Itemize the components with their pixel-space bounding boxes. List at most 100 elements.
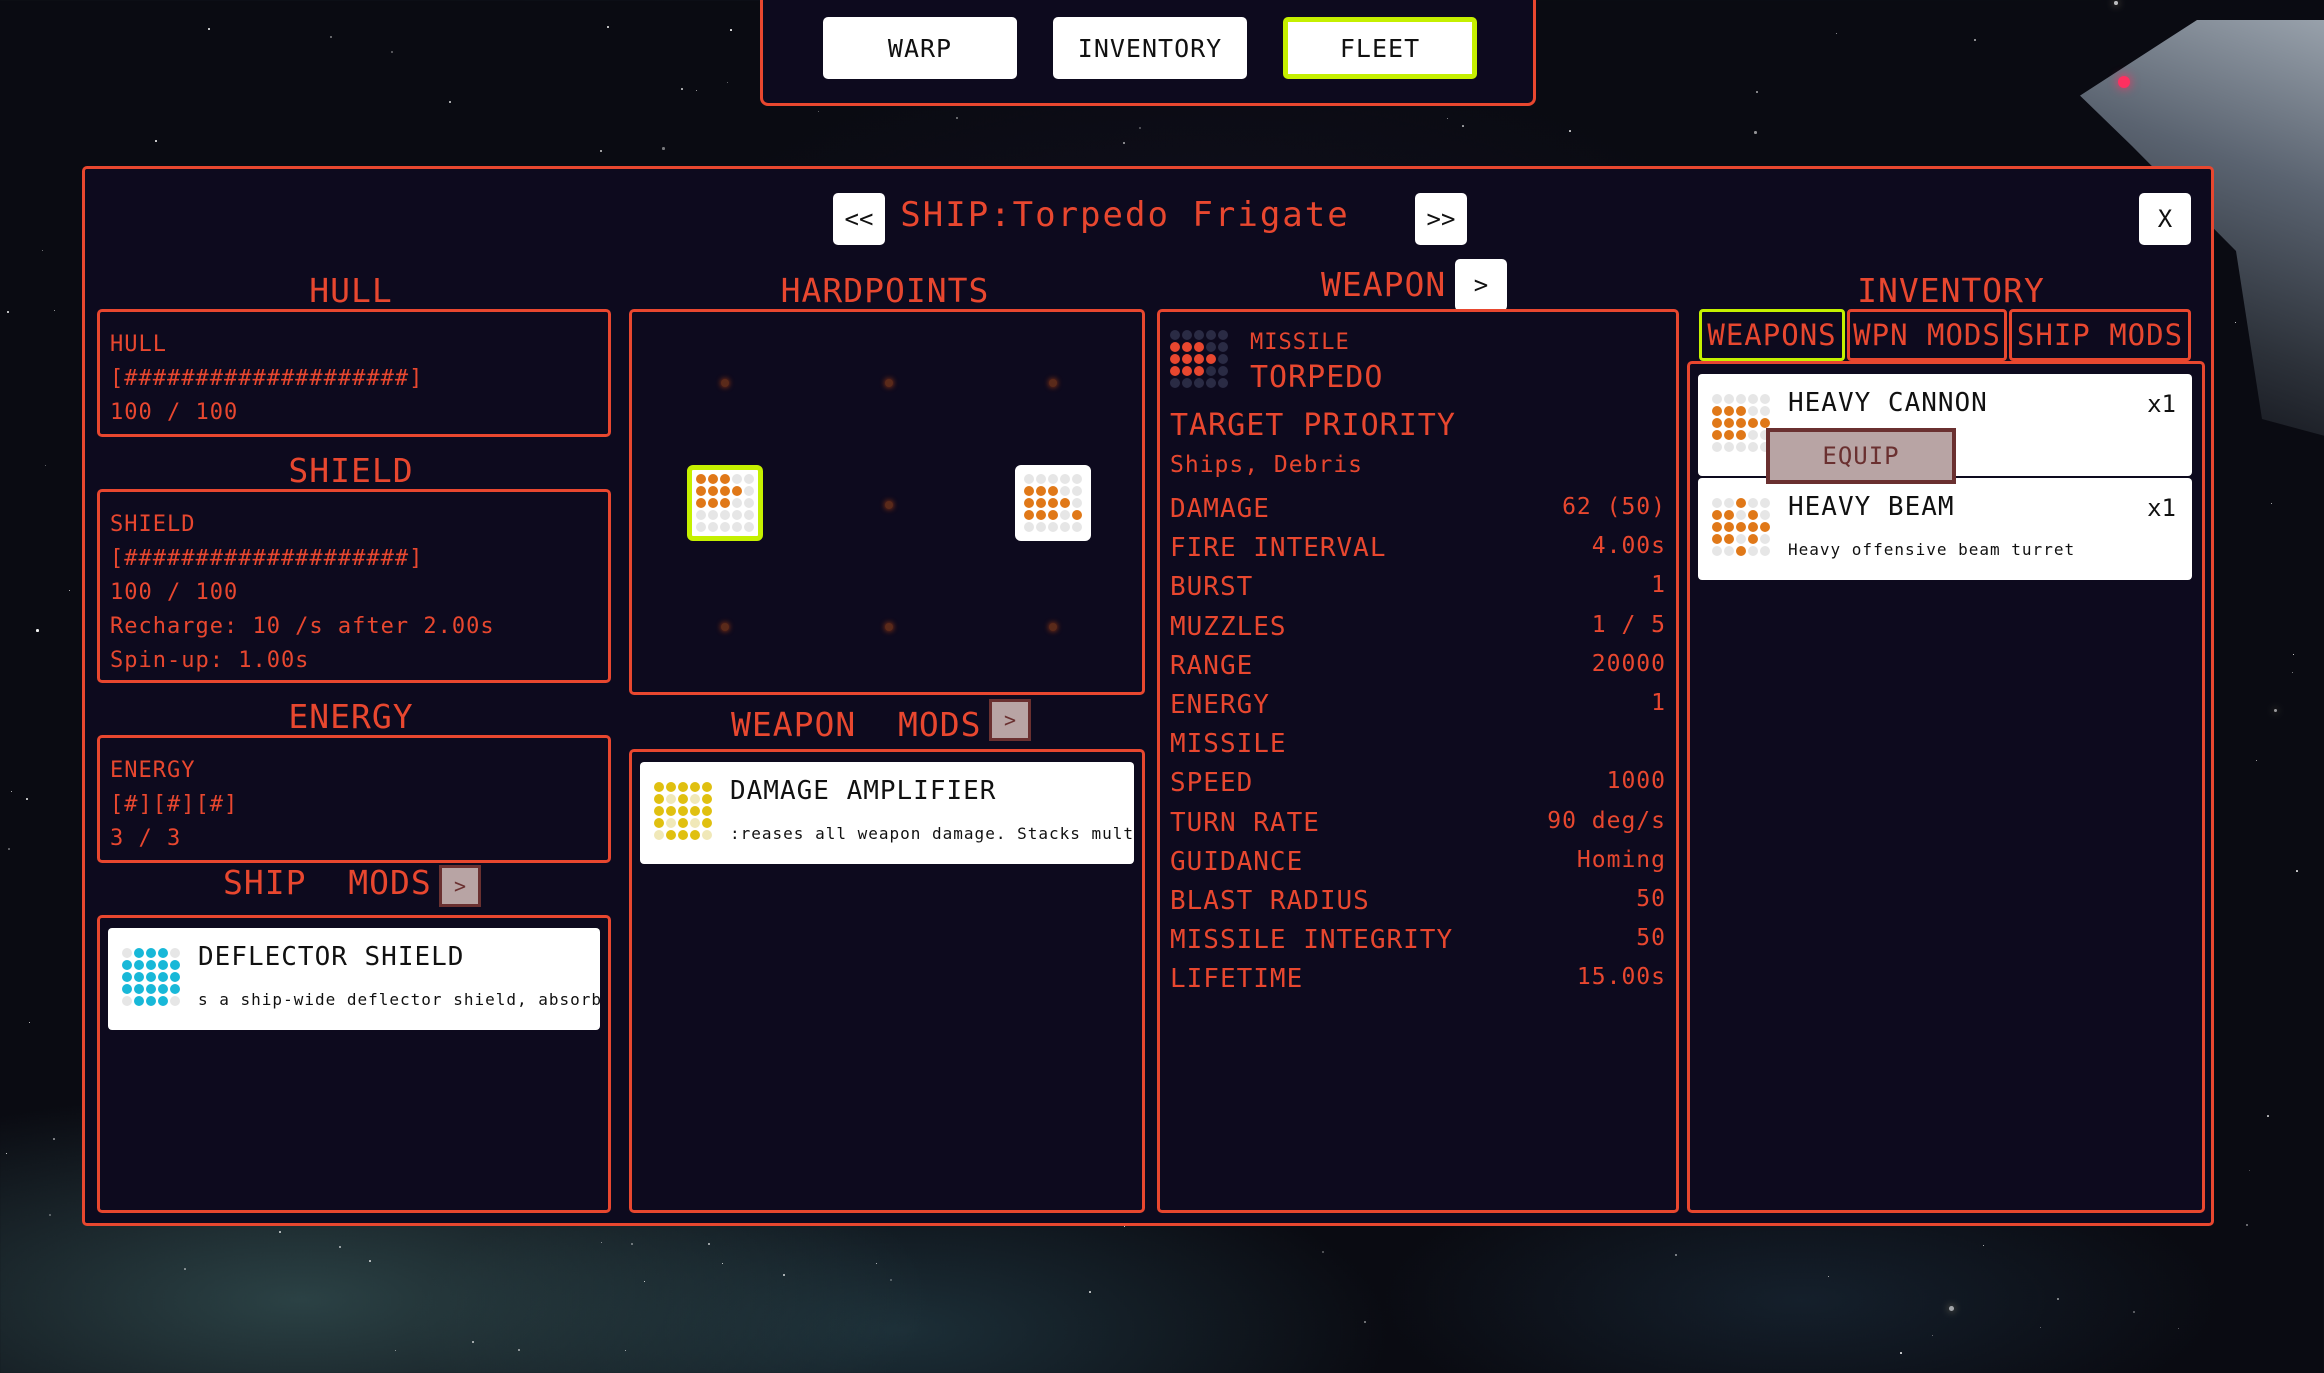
weapon-stat-row: RANGE 20000 [1170, 651, 1666, 685]
weapon-mods-box: DAMAGE AMPLIFIER :reases all weapon dama… [629, 749, 1145, 1213]
star [2133, 1311, 2136, 1314]
weapon-stat-row: GUIDANCE Homing [1170, 847, 1666, 881]
star [2293, 654, 2295, 656]
hardpoint-empty[interactable] [885, 379, 893, 387]
star [1124, 1226, 1126, 1228]
star [339, 1246, 341, 1248]
star [518, 1349, 521, 1352]
hull-bar: [####################] [110, 366, 424, 391]
hardpoint-empty[interactable] [721, 623, 729, 631]
weapon-stat-value: 4.00s [1591, 533, 1666, 560]
star [42, 250, 43, 251]
inventory-button[interactable]: INVENTORY [1053, 17, 1247, 79]
ship-title: SHIP:Torpedo Frigate [900, 195, 1350, 235]
weapon-stat-row: LIFETIME 15.00s [1170, 964, 1666, 998]
inventory-item-count: x1 [2147, 494, 2176, 522]
star [11, 791, 13, 793]
ship-mods-heading-b: MODS [348, 863, 432, 902]
star [1754, 131, 1757, 134]
hull-label: HULL [110, 332, 167, 357]
ship-panel: << SHIP:Torpedo Frigate >> X HULL HULL [… [82, 166, 2214, 1226]
star [2114, 1, 2118, 5]
star [1462, 125, 1464, 127]
weapon-stat-value: 1 [1651, 572, 1666, 599]
star [876, 1263, 878, 1265]
weapon-stat-label: BURST [1170, 572, 1254, 603]
star [2235, 322, 2237, 324]
weapon-type: MISSILE [1250, 330, 1350, 355]
star [1828, 1276, 1830, 1278]
star [696, 90, 698, 92]
hardpoint-empty[interactable] [1049, 379, 1057, 387]
weapon-stat-label: LIFETIME [1170, 964, 1304, 995]
weapon-mods-heading: WEAPON MODS [731, 705, 981, 744]
star [2249, 1170, 2251, 1172]
weapon-mod-card-damage-amplifier[interactable]: DAMAGE AMPLIFIER :reases all weapon dama… [640, 762, 1134, 864]
star [681, 88, 683, 90]
inventory-item-heavy-beam[interactable]: HEAVY BEAM x1 Heavy offensive beam turre… [1698, 478, 2192, 580]
weapon-toggle-button[interactable]: > [1455, 259, 1507, 311]
weapon-stat-label: MISSILE [1170, 729, 1287, 760]
star [1949, 1306, 1954, 1311]
ship-mod-desc: s a ship-wide deflector shield, absorbin [198, 990, 600, 1009]
top-nav: WARP INVENTORY FLEET [760, 0, 1536, 106]
hardpoint-empty[interactable] [885, 623, 893, 631]
star [1364, 1321, 1367, 1324]
tab-wpn-mods[interactable]: WPN MODS [1847, 309, 2007, 361]
weapon-stat-label: GUIDANCE [1170, 846, 1304, 877]
energy-heading: ENERGY [288, 697, 414, 736]
weapon-mods-toggle[interactable]: > [989, 699, 1031, 741]
weapon-stat-row: TURN RATE 90 deg/s [1170, 808, 1666, 842]
star [8, 848, 10, 850]
hardpoint-torpedo-selected[interactable] [687, 465, 763, 541]
ship-mods-toggle[interactable]: > [439, 865, 481, 907]
star [1974, 39, 1977, 42]
hardpoint-empty[interactable] [1049, 623, 1057, 631]
star [45, 465, 47, 467]
tab-weapons[interactable]: WEAPONS [1699, 309, 1845, 361]
warp-button[interactable]: WARP [823, 17, 1017, 79]
star [662, 147, 665, 150]
star [1322, 1251, 1325, 1254]
fleet-button[interactable]: FLEET [1283, 17, 1477, 79]
star [600, 150, 603, 153]
star [1675, 1254, 1678, 1257]
weapon-stat-row: MISSILE INTEGRITY 50 [1170, 925, 1666, 959]
star [184, 1268, 186, 1270]
star [6, 1153, 8, 1155]
star [1932, 1335, 1934, 1337]
star [1447, 118, 1448, 119]
weapon-name: TORPEDO [1250, 360, 1384, 395]
target-priority-value: Ships, Debris [1170, 452, 1364, 478]
inventory-item-title: HEAVY BEAM [1788, 492, 1955, 522]
weapon-stat-row: FIRE INTERVAL 4.00s [1170, 533, 1666, 567]
tab-ship-mods[interactable]: SHIP MODS [2009, 309, 2191, 361]
hardpoint-weapon[interactable] [1015, 465, 1091, 541]
star [2040, 1327, 2042, 1329]
weapon-stat-label: MUZZLES [1170, 611, 1287, 642]
weapon-stat-value: 1000 [1606, 768, 1666, 795]
shield-spinup: Spin-up: 1.00s [110, 648, 310, 673]
star [730, 29, 732, 31]
weapon-mod-desc: :reases all weapon damage. Stacks multip… [730, 824, 1134, 843]
star [783, 1274, 786, 1277]
star [26, 798, 28, 800]
heavy-cannon-icon [1712, 394, 1770, 452]
inventory-item-count: x1 [2147, 390, 2176, 418]
equip-button[interactable]: EQUIP [1766, 428, 1956, 484]
weapon-stat-row: DAMAGE 62 (50) [1170, 494, 1666, 528]
next-ship-button[interactable]: >> [1415, 193, 1467, 245]
torpedo-icon [1170, 330, 1228, 388]
star [2057, 1298, 2059, 1300]
weapon-mods-heading-a: WEAPON [731, 705, 857, 744]
weapon-stat-value: 50 [1636, 886, 1666, 912]
close-button[interactable]: X [2139, 193, 2191, 245]
weapon-stat-label: SPEED [1170, 768, 1254, 799]
ship-mod-card-deflector-shield[interactable]: DEFLECTOR SHIELD s a ship-wide deflector… [108, 928, 600, 1030]
star [727, 82, 729, 84]
hardpoint-empty[interactable] [885, 501, 893, 509]
star [53, 1138, 55, 1140]
star [890, 1279, 893, 1282]
energy-box: ENERGY [#][#][#] 3 / 3 [97, 735, 611, 863]
hardpoint-empty[interactable] [721, 379, 729, 387]
